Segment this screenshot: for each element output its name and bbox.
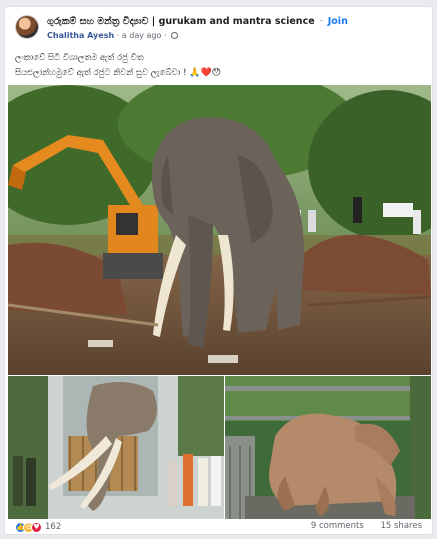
post-title-line: ගුරුකම් සහ මන්ත්‍ර විද්‍යාව | gurukam an… (47, 16, 348, 27)
globe-icon (171, 32, 179, 39)
love-icon: ♥ (31, 521, 42, 533)
post-meta: Chalitha Ayesh · a day ago · (47, 31, 179, 40)
post-timestamp[interactable]: a day ago (122, 31, 162, 40)
post-text-line-1: ලංකාවේ සිටි විශාලතම ඇත් රජු විත (15, 53, 144, 63)
post-stats: 9 comments 15 shares (297, 521, 422, 531)
comments-link[interactable]: 9 comments (311, 521, 364, 531)
shares-link[interactable]: 15 shares (380, 521, 422, 531)
time-separator-2: · (163, 31, 167, 40)
post-header: ගුරුකම් සහ මන්ත්‍ර විද්‍යාව | gurukam an… (15, 15, 424, 45)
post-text-line-2-text: සියළුලාන්හමුවේ ඇත් රජුට නිවන් සුව ලැබේවා… (15, 68, 187, 78)
post-footer: 👍 😆 ♥ 162 9 comments 15 shares (15, 521, 422, 534)
elephant-truck-illustration (225, 376, 431, 519)
group-name-link[interactable]: ගුරුකම් සහ මන්ත්‍ර විද්‍යාව | gurukam an… (47, 16, 315, 27)
reactions-summary[interactable]: 👍 😆 ♥ 162 (15, 521, 61, 533)
photo-elephant-truck[interactable] (225, 376, 431, 519)
time-separator: · (116, 31, 120, 40)
join-button[interactable]: Join (328, 16, 348, 27)
photo-elephant-main[interactable] (8, 85, 431, 375)
post-card: ගුරුකම් සහ මන්ත්‍ර විද්‍යාව | gurukam an… (4, 6, 433, 535)
photo-elephant-lifted[interactable] (8, 376, 224, 519)
post-text: ලංකාවේ සිටි විශාලතම ඇත් රජු විත සියළුලාන… (15, 51, 422, 81)
reaction-count: 162 (45, 522, 62, 532)
elephant-main-illustration (8, 85, 431, 375)
post-emojis: 🙏❤️😯 (189, 68, 222, 78)
title-separator: · (319, 16, 323, 27)
elephant-lifted-illustration (8, 376, 224, 519)
post-text-line-2: සියළුලාන්හමුවේ ඇත් රජුට නිවන් සුව ලැබේවා… (15, 66, 422, 81)
group-avatar[interactable] (15, 15, 39, 39)
author-link[interactable]: Chalitha Ayesh (47, 31, 114, 40)
